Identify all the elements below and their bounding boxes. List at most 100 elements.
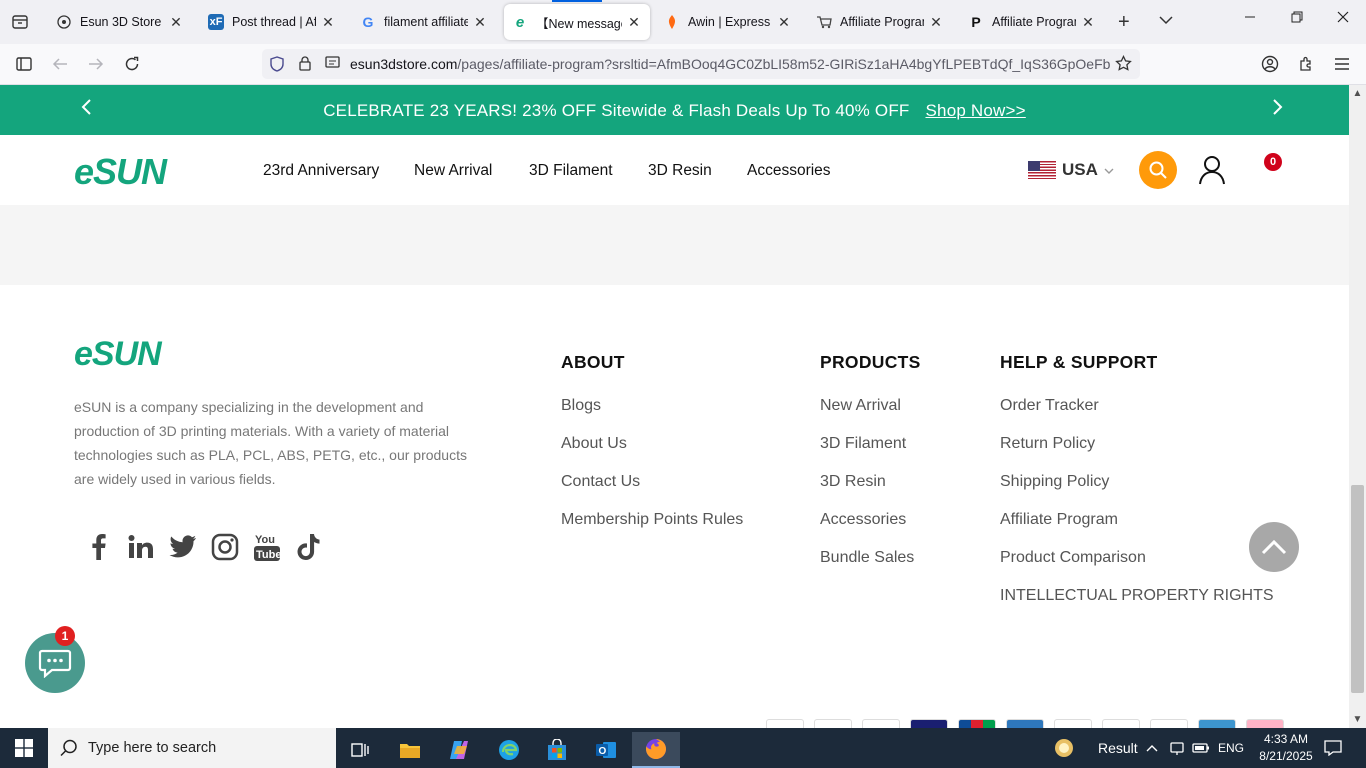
outlook-icon[interactable]: O — [582, 732, 630, 768]
linkedin-icon[interactable] — [120, 530, 162, 564]
network-icon[interactable] — [1169, 728, 1185, 768]
page-scrollbar[interactable]: ▲ ▼ — [1349, 85, 1366, 728]
browser-tab[interactable]: P Affiliate Program ✕ — [960, 4, 1104, 40]
tab-list-icon[interactable] — [8, 10, 32, 34]
file-explorer-icon[interactable] — [386, 732, 434, 768]
restore-icon[interactable] — [1287, 10, 1307, 26]
footer-heading-about: ABOUT — [561, 352, 625, 372]
close-tab-icon[interactable]: ✕ — [168, 14, 184, 31]
footer-link-bundle-sales[interactable]: Bundle Sales — [820, 549, 914, 567]
extensions-icon[interactable] — [1296, 54, 1316, 74]
task-view-icon[interactable] — [336, 732, 384, 768]
page-info-icon[interactable] — [325, 56, 340, 75]
forward-icon[interactable] — [86, 54, 106, 74]
scrollbar-thumb[interactable] — [1351, 485, 1364, 693]
firefox-icon[interactable] — [632, 732, 680, 768]
payment-icons — [766, 719, 1284, 728]
browser-nav-bar: esun3dstore.com/pages/affiliate-program?… — [0, 44, 1366, 85]
new-tab-icon[interactable]: + — [1118, 12, 1130, 32]
footer-link-about-us[interactable]: About Us — [561, 435, 627, 453]
footer-link-shipping-policy[interactable]: Shipping Policy — [1000, 473, 1109, 491]
edge-icon[interactable] — [485, 732, 533, 768]
close-tab-icon[interactable]: ✕ — [776, 14, 792, 31]
search-button[interactable] — [1139, 151, 1177, 189]
address-bar[interactable]: esun3dstore.com/pages/affiliate-program?… — [262, 49, 1140, 79]
facebook-icon[interactable] — [78, 530, 120, 564]
footer-link-order-tracker[interactable]: Order Tracker — [1000, 397, 1099, 415]
svg-text:Tube: Tube — [256, 549, 281, 561]
footer-link-return-policy[interactable]: Return Policy — [1000, 435, 1095, 453]
browser-tab[interactable]: Esun 3D Store revi ✕ — [48, 4, 192, 40]
close-tab-icon[interactable]: ✕ — [472, 14, 488, 31]
taskbar-search-box[interactable]: Type here to search — [48, 728, 336, 768]
chat-widget-button[interactable]: 1 — [25, 626, 85, 693]
microsoft-store-icon[interactable] — [533, 732, 581, 768]
country-selector[interactable]: USA — [1028, 160, 1114, 180]
nav-item-anniversary[interactable]: 23rd Anniversary — [263, 162, 379, 180]
scroll-down-arrow-icon[interactable]: ▼ — [1349, 714, 1366, 725]
close-tab-icon[interactable]: ✕ — [320, 14, 336, 31]
user-account-icon[interactable] — [1198, 155, 1226, 190]
shield-icon[interactable] — [270, 56, 284, 77]
close-window-icon[interactable] — [1333, 10, 1353, 26]
footer-link-new-arrival[interactable]: New Arrival — [820, 397, 901, 415]
tab-title: 【New message】 — [536, 16, 622, 31]
maestro-icon — [862, 719, 900, 728]
tray-chevron-up-icon[interactable] — [1146, 728, 1158, 768]
diners-icon — [1054, 719, 1092, 728]
bookmark-star-icon[interactable] — [1115, 54, 1132, 77]
footer-link-product-comparison[interactable]: Product Comparison — [1000, 549, 1146, 567]
close-tab-icon[interactable]: ✕ — [928, 14, 944, 31]
chevron-down-icon[interactable] — [1159, 12, 1173, 28]
reload-icon[interactable] — [122, 54, 142, 74]
battery-icon[interactable] — [1192, 728, 1210, 768]
browser-tab[interactable]: Affiliate Program ✕ — [808, 4, 952, 40]
copilot-icon[interactable] — [435, 732, 483, 768]
footer-link-accessories[interactable]: Accessories — [820, 511, 906, 529]
close-tab-icon[interactable]: ✕ — [626, 14, 642, 31]
footer-link-ip-rights[interactable]: INTELLECTUAL PROPERTY RIGHTS — [1000, 587, 1274, 605]
instagram-icon[interactable] — [204, 530, 246, 564]
browser-tab-active[interactable]: e 【New message】 ✕ — [504, 0, 650, 40]
country-label: USA — [1062, 160, 1098, 179]
cart-count-badge[interactable]: 0 — [1264, 153, 1282, 171]
footer-link-blogs[interactable]: Blogs — [561, 397, 601, 415]
back-icon[interactable] — [50, 54, 70, 74]
header-logo[interactable]: eSUN — [74, 151, 167, 193]
shop-now-link[interactable]: Shop Now>> — [926, 101, 1026, 120]
tiktok-icon[interactable] — [288, 530, 330, 564]
footer-link-3d-filament[interactable]: 3D Filament — [820, 435, 906, 453]
close-tab-icon[interactable]: ✕ — [1080, 14, 1096, 31]
lock-icon[interactable] — [299, 56, 311, 76]
footer-link-membership-points[interactable]: Membership Points Rules — [561, 511, 743, 529]
nav-item-new-arrival[interactable]: New Arrival — [414, 162, 492, 180]
footer-link-contact-us[interactable]: Contact Us — [561, 473, 640, 491]
footer-link-3d-resin[interactable]: 3D Resin — [820, 473, 886, 491]
twitter-icon[interactable] — [162, 530, 204, 564]
start-button[interactable] — [0, 728, 48, 768]
nav-item-3d-filament[interactable]: 3D Filament — [529, 162, 613, 180]
search-icon — [60, 739, 78, 762]
menu-icon[interactable] — [1332, 54, 1352, 74]
system-clock[interactable]: 4:33 AM 8/21/2025 — [1246, 731, 1326, 765]
footer-link-affiliate-program[interactable]: Affiliate Program — [1000, 511, 1118, 529]
scroll-up-arrow-icon[interactable]: ▲ — [1349, 88, 1366, 99]
nav-item-accessories[interactable]: Accessories — [747, 162, 831, 180]
account-icon[interactable] — [1260, 54, 1280, 74]
browser-tab[interactable]: G filament affiliate - ✕ — [352, 4, 496, 40]
browser-tab[interactable]: xF Post thread | Affili ✕ — [200, 4, 344, 40]
url-text[interactable]: esun3dstore.com/pages/affiliate-program?… — [350, 56, 1110, 72]
back-to-top-button[interactable] — [1249, 522, 1299, 572]
tab-title: Affiliate Program — [840, 15, 924, 29]
language-indicator[interactable]: ENG — [1218, 728, 1244, 768]
sidebar-toggle-icon[interactable] — [14, 54, 34, 74]
footer-logo[interactable]: eSUN — [74, 335, 162, 374]
youtube-icon[interactable]: You Tube — [246, 530, 288, 564]
minimize-icon[interactable] — [1240, 10, 1260, 26]
visa-icon — [910, 719, 948, 728]
notifications-icon[interactable] — [1324, 728, 1342, 768]
nav-item-3d-resin[interactable]: 3D Resin — [648, 162, 712, 180]
chevron-right-icon[interactable] — [1272, 97, 1284, 123]
weather-widget[interactable]: Result — [1052, 728, 1138, 768]
browser-tab[interactable]: Awin | Express Sig ✕ — [656, 4, 800, 40]
